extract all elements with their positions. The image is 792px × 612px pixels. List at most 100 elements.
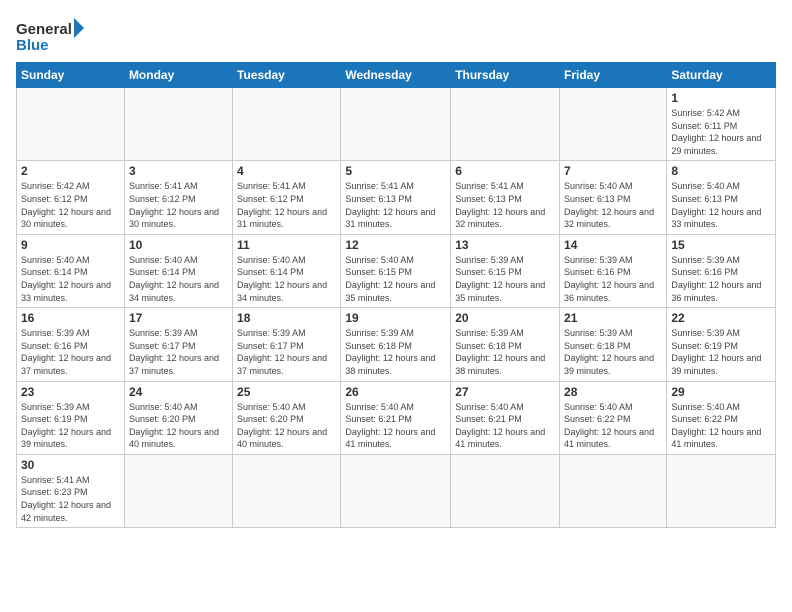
week-row-2: 9Sunrise: 5:40 AM Sunset: 6:14 PM Daylig… (17, 234, 776, 307)
day-header-thursday: Thursday (451, 63, 560, 88)
calendar-cell (341, 454, 451, 527)
day-info: Sunrise: 5:40 AM Sunset: 6:21 PM Dayligh… (455, 401, 555, 451)
day-header-sunday: Sunday (17, 63, 125, 88)
day-info: Sunrise: 5:42 AM Sunset: 6:11 PM Dayligh… (671, 107, 771, 157)
calendar-cell: 5 Sunrise: 5:41 AM Sunset: 6:13 PM Daylig… (341, 161, 451, 234)
calendar-cell: 20 Sunrise: 5:39 AM Sunset: 6:18 PM Dayli… (451, 308, 560, 381)
day-info: Sunrise: 5:39 AM Sunset: 6:18 PM Dayligh… (455, 327, 555, 377)
day-number: 13 (455, 238, 555, 252)
day-number: 14 (564, 238, 662, 252)
day-info: Sunrise: 5:40 AM Sunset: 6:22 PM Dayligh… (671, 401, 771, 451)
calendar-cell (17, 88, 125, 161)
day-number: 16 (21, 311, 120, 325)
day-info: Sunrise: 5:40 AM Sunset: 6:13 PM Dayligh… (671, 180, 771, 230)
day-number: 18 (237, 311, 336, 325)
day-number: 8 (671, 164, 771, 178)
day-number: 5 (345, 164, 446, 178)
calendar-cell: 24 Sunrise: 5:40 AM Sunset: 6:20 PM Dayli… (124, 381, 232, 454)
calendar-cell: 18 Sunrise: 5:39 AM Sunset: 6:17 PM Dayli… (233, 308, 341, 381)
day-number: 27 (455, 385, 555, 399)
calendar-cell: 15 Sunrise: 5:39 AM Sunset: 6:16 PM Dayli… (667, 234, 776, 307)
day-info: Sunrise: 5:40 AM Sunset: 6:15 PM Dayligh… (345, 254, 446, 304)
day-info: Sunrise: 5:39 AM Sunset: 6:16 PM Dayligh… (671, 254, 771, 304)
day-number: 15 (671, 238, 771, 252)
day-number: 11 (237, 238, 336, 252)
calendar-cell (451, 454, 560, 527)
day-info: Sunrise: 5:40 AM Sunset: 6:21 PM Dayligh… (345, 401, 446, 451)
day-info: Sunrise: 5:39 AM Sunset: 6:15 PM Dayligh… (455, 254, 555, 304)
day-info: Sunrise: 5:40 AM Sunset: 6:20 PM Dayligh… (129, 401, 228, 451)
day-number: 4 (237, 164, 336, 178)
day-info: Sunrise: 5:40 AM Sunset: 6:14 PM Dayligh… (21, 254, 120, 304)
day-header-tuesday: Tuesday (233, 63, 341, 88)
day-info: Sunrise: 5:42 AM Sunset: 6:12 PM Dayligh… (21, 180, 120, 230)
day-number: 21 (564, 311, 662, 325)
day-number: 7 (564, 164, 662, 178)
day-number: 1 (671, 91, 771, 105)
day-info: Sunrise: 5:39 AM Sunset: 6:16 PM Dayligh… (564, 254, 662, 304)
calendar-cell: 23 Sunrise: 5:39 AM Sunset: 6:19 PM Dayli… (17, 381, 125, 454)
day-number: 10 (129, 238, 228, 252)
day-info: Sunrise: 5:39 AM Sunset: 6:16 PM Dayligh… (21, 327, 120, 377)
day-info: Sunrise: 5:39 AM Sunset: 6:17 PM Dayligh… (237, 327, 336, 377)
header: GeneralBlue (16, 16, 776, 56)
day-info: Sunrise: 5:39 AM Sunset: 6:17 PM Dayligh… (129, 327, 228, 377)
calendar-cell: 14 Sunrise: 5:39 AM Sunset: 6:16 PM Dayli… (560, 234, 667, 307)
calendar-cell (124, 88, 232, 161)
calendar-cell: 10 Sunrise: 5:40 AM Sunset: 6:14 PM Dayli… (124, 234, 232, 307)
calendar-cell: 19 Sunrise: 5:39 AM Sunset: 6:18 PM Dayli… (341, 308, 451, 381)
day-number: 30 (21, 458, 120, 472)
day-info: Sunrise: 5:41 AM Sunset: 6:13 PM Dayligh… (345, 180, 446, 230)
day-info: Sunrise: 5:40 AM Sunset: 6:22 PM Dayligh… (564, 401, 662, 451)
day-info: Sunrise: 5:39 AM Sunset: 6:19 PM Dayligh… (671, 327, 771, 377)
day-number: 3 (129, 164, 228, 178)
day-info: Sunrise: 5:40 AM Sunset: 6:20 PM Dayligh… (237, 401, 336, 451)
day-info: Sunrise: 5:39 AM Sunset: 6:19 PM Dayligh… (21, 401, 120, 451)
calendar-cell: 13 Sunrise: 5:39 AM Sunset: 6:15 PM Dayli… (451, 234, 560, 307)
calendar-cell (341, 88, 451, 161)
week-row-3: 16 Sunrise: 5:39 AM Sunset: 6:16 PM Dayli… (17, 308, 776, 381)
calendar-cell: 2 Sunrise: 5:42 AM Sunset: 6:12 PM Daylig… (17, 161, 125, 234)
day-info: Sunrise: 5:41 AM Sunset: 6:23 PM Dayligh… (21, 474, 120, 524)
day-header-saturday: Saturday (667, 63, 776, 88)
svg-text:Blue: Blue (16, 37, 49, 54)
day-info: Sunrise: 5:39 AM Sunset: 6:18 PM Dayligh… (345, 327, 446, 377)
day-header-monday: Monday (124, 63, 232, 88)
day-number: 23 (21, 385, 120, 399)
calendar-cell: 17Sunrise: 5:39 AM Sunset: 6:17 PM Dayli… (124, 308, 232, 381)
svg-text:General: General (16, 21, 72, 38)
calendar-cell (233, 88, 341, 161)
day-number: 20 (455, 311, 555, 325)
day-info: Sunrise: 5:40 AM Sunset: 6:14 PM Dayligh… (237, 254, 336, 304)
calendar-cell: 8 Sunrise: 5:40 AM Sunset: 6:13 PM Daylig… (667, 161, 776, 234)
day-number: 26 (345, 385, 446, 399)
calendar-cell (560, 88, 667, 161)
calendar-cell: 4Sunrise: 5:41 AM Sunset: 6:12 PM Daylig… (233, 161, 341, 234)
day-number: 2 (21, 164, 120, 178)
calendar-cell: 12 Sunrise: 5:40 AM Sunset: 6:15 PM Dayli… (341, 234, 451, 307)
calendar-cell: 28Sunrise: 5:40 AM Sunset: 6:22 PM Dayli… (560, 381, 667, 454)
calendar: SundayMondayTuesdayWednesdayThursdayFrid… (16, 62, 776, 528)
calendar-cell (124, 454, 232, 527)
week-row-4: 23 Sunrise: 5:39 AM Sunset: 6:19 PM Dayli… (17, 381, 776, 454)
day-header-friday: Friday (560, 63, 667, 88)
day-number: 25 (237, 385, 336, 399)
day-info: Sunrise: 5:41 AM Sunset: 6:12 PM Dayligh… (129, 180, 228, 230)
day-number: 19 (345, 311, 446, 325)
day-number: 12 (345, 238, 446, 252)
calendar-cell: 1 Sunrise: 5:42 AM Sunset: 6:11 PM Daylig… (667, 88, 776, 161)
day-number: 22 (671, 311, 771, 325)
calendar-cell (560, 454, 667, 527)
day-headers: SundayMondayTuesdayWednesdayThursdayFrid… (17, 63, 776, 88)
day-number: 24 (129, 385, 228, 399)
calendar-cell: 16 Sunrise: 5:39 AM Sunset: 6:16 PM Dayli… (17, 308, 125, 381)
day-number: 29 (671, 385, 771, 399)
day-info: Sunrise: 5:41 AM Sunset: 6:13 PM Dayligh… (455, 180, 555, 230)
week-row-0: 1 Sunrise: 5:42 AM Sunset: 6:11 PM Daylig… (17, 88, 776, 161)
week-row-5: 30 Sunrise: 5:41 AM Sunset: 6:23 PM Dayli… (17, 454, 776, 527)
calendar-cell (233, 454, 341, 527)
calendar-cell: 22 Sunrise: 5:39 AM Sunset: 6:19 PM Dayli… (667, 308, 776, 381)
day-info: Sunrise: 5:40 AM Sunset: 6:14 PM Dayligh… (129, 254, 228, 304)
logo: GeneralBlue (16, 16, 86, 56)
day-info: Sunrise: 5:39 AM Sunset: 6:18 PM Dayligh… (564, 327, 662, 377)
